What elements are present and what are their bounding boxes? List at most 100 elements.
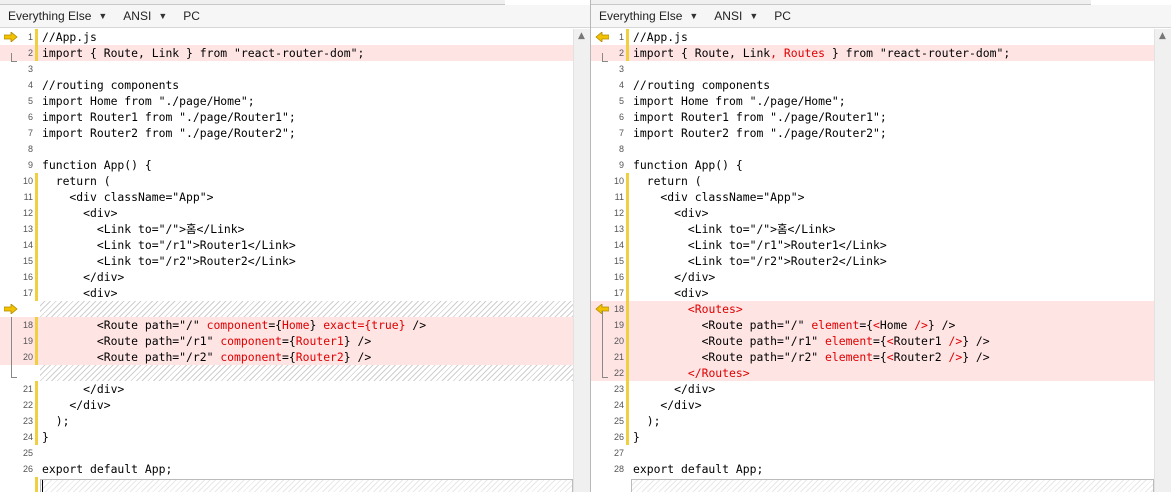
diff-token: element bbox=[825, 334, 874, 348]
code-text: //routing components bbox=[633, 77, 770, 93]
change-marker-bar bbox=[626, 221, 629, 237]
diff-token: component bbox=[220, 350, 283, 364]
code-text: import { Route, Link, Routes } from "rea… bbox=[633, 45, 1010, 61]
code-token: export default App; bbox=[42, 462, 173, 476]
code-line: 24} bbox=[0, 429, 573, 445]
code-line: 11 <div className="App"> bbox=[591, 189, 1154, 205]
code-token: Router2 bbox=[893, 350, 949, 364]
left-vertical-scrollbar[interactable]: ▲ bbox=[573, 29, 590, 492]
change-marker-bar bbox=[626, 269, 629, 285]
line-number: 4 bbox=[27, 80, 33, 90]
code-text: <Route path="/" component={Home} exact={… bbox=[42, 317, 426, 333]
line-number: 4 bbox=[618, 80, 624, 90]
code-token: export default App; bbox=[633, 462, 764, 476]
code-token: } /> bbox=[927, 318, 956, 332]
code-text: function App() { bbox=[42, 157, 152, 173]
right-code-view[interactable]: 1 //App.js 2 import { Route, Link, Routes }… bbox=[591, 29, 1171, 492]
code-line: 21 <Route path="/r2" element={<Router2 /… bbox=[591, 349, 1154, 365]
code-line: 13 <Link to="/">홈</Link> bbox=[591, 221, 1154, 237]
change-marker-bar bbox=[35, 269, 38, 285]
code-token: </div> bbox=[42, 270, 125, 284]
line-number: 1 bbox=[27, 32, 33, 42]
change-marker-bar bbox=[35, 333, 38, 349]
line-number: 6 bbox=[618, 112, 624, 122]
code-token: import { Route, Link } from "react-route… bbox=[42, 46, 365, 60]
change-marker-bar bbox=[626, 253, 629, 269]
code-line: 16 </div> bbox=[0, 269, 573, 285]
right-encoding-dropdown[interactable]: ANSI ▼ bbox=[706, 5, 766, 27]
code-token: } /> bbox=[343, 350, 372, 364]
line-number: 6 bbox=[27, 112, 33, 122]
change-marker-bar bbox=[626, 349, 629, 365]
code-token: //App.js bbox=[42, 30, 97, 44]
code-line: 2 import { Route, Link } from "react-rout… bbox=[0, 45, 573, 61]
empty-placeholder-row bbox=[40, 301, 573, 317]
next-difference-arrow-icon[interactable] bbox=[4, 304, 20, 314]
line-number: 27 bbox=[613, 448, 624, 458]
line-number: 17 bbox=[613, 288, 624, 298]
code-line: 27 bbox=[591, 445, 1154, 461]
code-token: </div> bbox=[633, 382, 716, 396]
scroll-up-arrow-icon[interactable]: ▲ bbox=[578, 31, 585, 41]
code-text: //routing components bbox=[42, 77, 179, 93]
left-encoding-label: ANSI bbox=[123, 9, 152, 23]
code-text: export default App; bbox=[42, 461, 172, 477]
code-token: <div> bbox=[42, 206, 118, 220]
line-number: 9 bbox=[618, 160, 624, 170]
code-token: <Route path="/" bbox=[42, 318, 207, 332]
code-token: <div> bbox=[633, 206, 709, 220]
diff-token: < bbox=[873, 318, 880, 332]
text-cursor bbox=[42, 480, 43, 492]
right-vertical-scrollbar[interactable]: ▲ bbox=[1154, 29, 1171, 492]
code-line: 8 bbox=[0, 141, 573, 157]
code-token: <Link to="/r2">Router2</Link> bbox=[633, 254, 887, 268]
code-line: 22 </div> bbox=[0, 397, 573, 413]
code-text: ); bbox=[42, 413, 70, 429]
change-marker-bar bbox=[626, 45, 629, 61]
code-line: 21 </div> bbox=[0, 381, 573, 397]
code-token: ={ bbox=[282, 350, 296, 364]
line-number: 8 bbox=[618, 144, 624, 154]
left-encoding-dropdown[interactable]: ANSI ▼ bbox=[115, 5, 175, 27]
left-file-pane[interactable]: Everything Else ▼ ANSI ▼ PC 1 //App.js 2 im… bbox=[0, 0, 590, 492]
code-line: 5 import Home from "./page/Home"; bbox=[0, 93, 573, 109]
diff-bracket bbox=[11, 317, 17, 378]
line-number: 26 bbox=[613, 432, 624, 442]
code-text: </div> bbox=[633, 397, 701, 413]
line-number: 13 bbox=[613, 224, 624, 234]
right-line-endings-value: PC bbox=[774, 9, 791, 23]
code-line: 15 <Link to="/r2">Router2</Link> bbox=[591, 253, 1154, 269]
left-code-view[interactable]: 1 //App.js 2 import { Route, Link } from "r… bbox=[0, 29, 590, 492]
line-number: 12 bbox=[22, 208, 33, 218]
scroll-up-arrow-icon[interactable]: ▲ bbox=[1159, 31, 1166, 41]
code-text: </Routes> bbox=[633, 365, 750, 381]
left-file-type-dropdown[interactable]: Everything Else ▼ bbox=[0, 5, 115, 27]
code-line: 3 bbox=[591, 61, 1154, 77]
diff-bracket bbox=[11, 53, 17, 62]
code-line: 6 import Router1 from "./page/Router1"; bbox=[591, 109, 1154, 125]
line-number: 15 bbox=[613, 256, 624, 266]
code-token: } /> bbox=[962, 350, 990, 364]
code-token: } from "react-router-dom"; bbox=[825, 46, 1011, 60]
line-number: 21 bbox=[22, 384, 33, 394]
diff-token: </Routes> bbox=[687, 366, 750, 380]
line-number: 11 bbox=[23, 192, 33, 202]
right-file-pane[interactable]: Everything Else ▼ ANSI ▼ PC 1 //App.js 2 im… bbox=[591, 0, 1171, 492]
left-line-endings-label: PC bbox=[175, 5, 208, 27]
left-file-type-label: Everything Else bbox=[8, 9, 92, 23]
code-line: 5 import Home from "./page/Home"; bbox=[591, 93, 1154, 109]
change-marker-bar bbox=[35, 221, 38, 237]
code-text: </div> bbox=[42, 381, 124, 397]
change-marker-bar bbox=[626, 205, 629, 221]
code-token: ={ bbox=[873, 334, 887, 348]
code-text: <Route path="/r1" element={<Router1 />} … bbox=[633, 333, 990, 349]
code-token: import Router1 from "./page/Router1"; bbox=[42, 110, 296, 124]
change-marker-bar bbox=[35, 317, 38, 333]
change-marker-bar bbox=[626, 365, 629, 381]
change-marker-bar bbox=[626, 301, 629, 317]
change-marker-bar bbox=[35, 477, 38, 492]
right-file-type-dropdown[interactable]: Everything Else ▼ bbox=[591, 5, 706, 27]
diff-token: /> bbox=[948, 334, 963, 348]
line-number: 10 bbox=[22, 176, 33, 186]
